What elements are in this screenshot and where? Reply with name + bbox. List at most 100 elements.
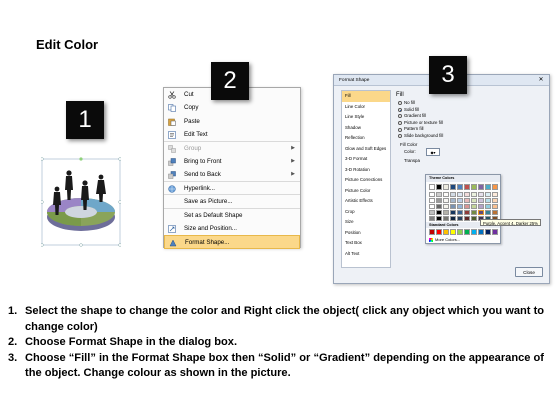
standard-color-swatch[interactable] (450, 229, 456, 235)
theme-color-swatch[interactable] (478, 191, 484, 198)
theme-color-swatch[interactable] (471, 215, 477, 222)
category-item[interactable]: Text Box (342, 238, 390, 249)
radio-button[interactable] (398, 127, 402, 132)
theme-color-swatch[interactable] (443, 215, 449, 222)
theme-color-swatch[interactable] (450, 191, 456, 198)
theme-color-swatch[interactable] (457, 203, 463, 210)
menu-item-edit-text[interactable]: Edit Text (164, 128, 300, 142)
theme-color-swatch[interactable] (492, 184, 498, 190)
theme-color-swatch[interactable] (429, 203, 435, 210)
theme-color-swatch[interactable] (471, 197, 477, 204)
theme-color-swatch[interactable] (429, 209, 435, 216)
donut-shape-illustration[interactable] (41, 157, 121, 247)
menu-item-send-to-back[interactable]: Send to Back ▶ (164, 168, 300, 182)
theme-color-swatch[interactable] (457, 215, 463, 222)
theme-color-swatch[interactable] (429, 215, 435, 222)
theme-color-swatch[interactable] (436, 203, 442, 210)
theme-color-swatch[interactable] (471, 203, 477, 210)
category-item[interactable]: Artistic Effects (342, 196, 390, 207)
theme-color-swatch[interactable] (471, 184, 477, 190)
standard-color-swatch[interactable] (478, 229, 484, 235)
fill-option-radio[interactable]: Slide background fill (396, 133, 546, 140)
menu-item-bring-to-front[interactable]: Bring to Front ▶ (164, 155, 300, 168)
theme-color-swatch[interactable] (436, 191, 442, 198)
category-item[interactable]: Picture Corrections (342, 175, 390, 186)
category-item[interactable]: Picture Color (342, 186, 390, 197)
category-item[interactable]: Glow and Soft Edges (342, 144, 390, 155)
theme-color-swatch[interactable] (478, 209, 484, 216)
close-button[interactable]: Close (515, 267, 543, 277)
theme-color-swatch[interactable] (429, 191, 435, 198)
more-colors-item[interactable]: More Colors... (429, 236, 460, 243)
theme-color-swatch[interactable] (464, 203, 470, 210)
color-picker-button[interactable]: ◆▾ (426, 147, 440, 156)
theme-color-swatch[interactable] (485, 197, 491, 204)
selected-shape[interactable] (41, 157, 121, 247)
standard-color-swatch[interactable] (485, 229, 491, 235)
radio-button[interactable] (398, 134, 402, 139)
theme-color-swatch[interactable] (443, 184, 449, 190)
theme-color-swatch[interactable] (471, 209, 477, 216)
theme-color-swatch[interactable] (450, 184, 456, 190)
fill-option-radio[interactable]: No fill (396, 100, 546, 107)
theme-color-swatch[interactable] (443, 209, 449, 216)
category-item[interactable]: Reflection (342, 133, 390, 144)
theme-color-swatch[interactable] (450, 215, 456, 222)
theme-color-swatch[interactable] (443, 197, 449, 204)
theme-color-swatch[interactable] (464, 215, 470, 222)
radio-button[interactable] (398, 114, 402, 119)
theme-color-swatch[interactable] (492, 209, 498, 216)
theme-color-swatch[interactable] (429, 184, 435, 190)
menu-item-copy[interactable]: Copy (164, 101, 300, 114)
theme-color-swatch[interactable] (485, 191, 491, 198)
standard-color-swatch[interactable] (429, 229, 435, 235)
radio-button[interactable] (398, 101, 402, 106)
fill-option-radio[interactable]: Pattern fill (396, 126, 546, 133)
standard-color-swatch[interactable] (464, 229, 470, 235)
menu-item-save-as-picture[interactable]: Save as Picture... (164, 195, 300, 209)
menu-item-set-default-shape[interactable]: Set as Default Shape (164, 209, 300, 222)
standard-color-swatch[interactable] (457, 229, 463, 235)
theme-color-swatch[interactable] (436, 209, 442, 216)
theme-color-swatch[interactable] (492, 203, 498, 210)
category-item[interactable]: 3-D Format (342, 154, 390, 165)
theme-color-swatch[interactable] (478, 203, 484, 210)
theme-color-swatch[interactable] (464, 191, 470, 198)
theme-color-swatch[interactable] (443, 191, 449, 198)
standard-color-swatch[interactable] (492, 229, 498, 235)
category-item[interactable]: Crop (342, 207, 390, 218)
category-item[interactable]: 3-D Rotation (342, 165, 390, 176)
category-item[interactable]: Fill (342, 91, 390, 102)
theme-color-swatch[interactable] (478, 184, 484, 190)
menu-item-paste[interactable]: Paste (164, 115, 300, 128)
theme-color-swatch[interactable] (443, 203, 449, 210)
theme-color-swatch[interactable] (457, 197, 463, 204)
theme-color-swatch[interactable] (485, 184, 491, 190)
category-item[interactable]: Line Color (342, 102, 390, 113)
theme-color-swatch[interactable] (457, 191, 463, 198)
theme-color-swatch[interactable] (485, 209, 491, 216)
theme-color-swatch[interactable] (478, 197, 484, 204)
theme-color-swatch[interactable] (457, 184, 463, 190)
theme-color-swatch[interactable] (450, 197, 456, 204)
close-icon[interactable]: ✕ (537, 77, 545, 84)
category-item[interactable]: Alt Text (342, 249, 390, 260)
category-item[interactable]: Line Style (342, 112, 390, 123)
radio-button[interactable] (398, 107, 402, 112)
theme-color-swatch[interactable] (464, 197, 470, 204)
category-item[interactable]: Position (342, 228, 390, 239)
theme-color-swatch[interactable] (436, 197, 442, 204)
fill-option-radio[interactable]: Solid fill (396, 107, 546, 114)
theme-color-swatch[interactable] (492, 197, 498, 204)
menu-item-hyperlink[interactable]: Hyperlink... (164, 182, 300, 196)
category-item[interactable]: Shadow (342, 123, 390, 134)
standard-color-swatch[interactable] (436, 229, 442, 235)
category-item[interactable]: Size (342, 217, 390, 228)
theme-color-swatch[interactable] (436, 215, 442, 222)
menu-item-group[interactable]: Group ▶ (164, 142, 300, 155)
theme-color-swatch[interactable] (429, 197, 435, 204)
theme-color-swatch[interactable] (492, 191, 498, 198)
theme-color-swatch[interactable] (450, 209, 456, 216)
radio-button[interactable] (398, 121, 402, 126)
fill-option-radio[interactable]: Picture or texture fill (396, 120, 546, 127)
